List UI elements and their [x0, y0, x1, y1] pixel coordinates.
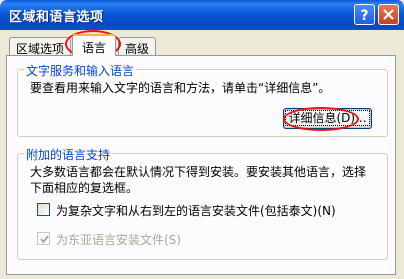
svg-text:?: ?	[360, 8, 368, 24]
supplemental-description-line2: 下面相应的复选框。	[30, 181, 139, 195]
supplemental-language-legend: 附加的语言支持	[24, 146, 113, 163]
text-services-legend: 文字服务和输入语言	[24, 62, 137, 79]
window-title: 区域和语言选项	[9, 10, 104, 25]
checkmark-icon	[40, 235, 49, 244]
title-bar: 区域和语言选项 ?	[0, 0, 404, 30]
close-icon	[383, 9, 394, 20]
help-button[interactable]: ?	[354, 4, 375, 25]
close-button[interactable]	[378, 4, 399, 25]
red-annotation-circle-button	[283, 107, 359, 131]
east-asian-label[interactable]: 为东亚语言安装文件(S)	[56, 231, 181, 248]
complex-script-label[interactable]: 为复杂文字和从右到左的语言安装文件(包括泰文)(N)	[56, 202, 336, 219]
tab-advanced[interactable]: 高级	[118, 37, 157, 56]
east-asian-checkbox[interactable]	[37, 232, 50, 245]
text-services-description: 要查看用来输入文字的语言和方法，请单击“详细信息”。	[30, 81, 331, 95]
supplemental-description-line1: 大多数语言都会在默认情况下得到安装。要安装其他语言，选择	[30, 165, 367, 179]
tab-regional-options[interactable]: 区域选项	[9, 37, 72, 56]
question-mark-icon: ?	[360, 8, 368, 24]
tab-languages[interactable]: 语言	[72, 34, 116, 56]
complex-script-checkbox[interactable]	[37, 203, 50, 216]
